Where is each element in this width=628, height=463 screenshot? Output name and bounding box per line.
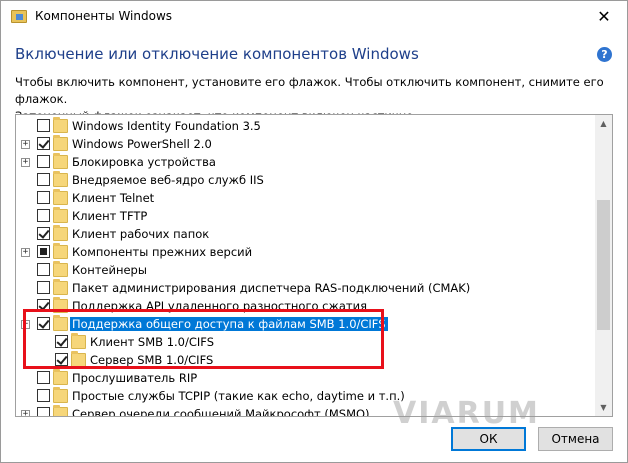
tree-item[interactable]: Поддержка API удаленного разностного сжа… bbox=[16, 297, 596, 315]
tree-item-label: Пакет администрирования диспетчера RAS-п… bbox=[72, 281, 471, 295]
scroll-down-icon[interactable]: ▼ bbox=[595, 399, 612, 416]
folder-icon bbox=[53, 117, 68, 133]
tree-item[interactable]: Сервер SMB 1.0/CIFS bbox=[16, 351, 596, 369]
tree-item-label: Windows Identity Foundation 3.5 bbox=[72, 119, 261, 133]
folder-icon bbox=[53, 297, 68, 313]
feature-checkbox[interactable] bbox=[37, 137, 50, 150]
watermark: VIARUM bbox=[393, 396, 540, 431]
folder-icon bbox=[53, 171, 68, 187]
tree-item[interactable]: Контейнеры bbox=[16, 261, 596, 279]
tree-item[interactable]: Прослушиватель RIP bbox=[16, 369, 596, 387]
scroll-thumb[interactable] bbox=[597, 200, 610, 330]
tree-item[interactable]: + Windows PowerShell 2.0 bbox=[16, 135, 596, 153]
tree-item-label: Сервер SMB 1.0/CIFS bbox=[90, 353, 214, 367]
title-bar: Компоненты Windows ✕ bbox=[1, 1, 627, 33]
folder-icon bbox=[53, 387, 68, 403]
tree-item-label: Блокировка устройства bbox=[72, 155, 216, 169]
cancel-button[interactable]: Отмена bbox=[538, 427, 613, 451]
description-line-1: Чтобы включить компонент, установите его… bbox=[15, 75, 604, 106]
tree-item-label: Поддержка общего доступа к файлам SMB 1.… bbox=[70, 317, 388, 331]
feature-checkbox[interactable] bbox=[55, 335, 68, 348]
feature-checkbox[interactable] bbox=[37, 317, 50, 330]
feature-checkbox[interactable] bbox=[37, 209, 50, 222]
feature-checkbox[interactable] bbox=[37, 245, 50, 258]
tree-item-label: Клиент Telnet bbox=[72, 191, 155, 205]
feature-checkbox[interactable] bbox=[37, 299, 50, 312]
vertical-scrollbar[interactable]: ▲ ▼ bbox=[595, 115, 612, 416]
dialog-window: Компоненты Windows ✕ Включение или отклю… bbox=[0, 0, 628, 463]
tree-item-label: Компоненты прежних версий bbox=[72, 245, 253, 259]
tree-item[interactable]: + Поддержка общего доступа к файлам SMB 1… bbox=[16, 315, 596, 333]
folder-icon bbox=[53, 261, 68, 277]
folder-icon bbox=[53, 279, 68, 295]
feature-checkbox[interactable] bbox=[37, 281, 50, 294]
windows-features-icon bbox=[11, 10, 27, 23]
tree-item-label: Поддержка API удаленного разностного сжа… bbox=[72, 299, 368, 313]
close-button[interactable]: ✕ bbox=[581, 1, 627, 32]
window-title: Компоненты Windows bbox=[35, 9, 173, 23]
tree-item[interactable]: Клиент TFTP bbox=[16, 207, 596, 225]
folder-icon bbox=[53, 315, 68, 331]
tree-item-label: Контейнеры bbox=[72, 263, 147, 277]
tree-item-label: Сервер очереди сообщений Майкрософт (MSM… bbox=[72, 407, 370, 417]
tree-item-label: Простые службы TCPIP (такие как echo, da… bbox=[72, 389, 405, 403]
tree-item-label: Клиент TFTP bbox=[72, 209, 148, 223]
ok-button[interactable]: ОК bbox=[451, 427, 526, 451]
tree-item[interactable]: Внедряемое веб-ядро служб IIS bbox=[16, 171, 596, 189]
tree-item[interactable]: + Компоненты прежних версий bbox=[16, 243, 596, 261]
scroll-up-icon[interactable]: ▲ bbox=[595, 115, 612, 132]
feature-checkbox[interactable] bbox=[37, 191, 50, 204]
tree-item[interactable]: Пакет администрирования диспетчера RAS-п… bbox=[16, 279, 596, 297]
tree-item-label: Внедряемое веб-ядро служб IIS bbox=[72, 173, 264, 187]
page-title: Включение или отключение компонентов Win… bbox=[15, 45, 419, 63]
folder-icon bbox=[71, 333, 86, 349]
tree-item[interactable]: Клиент SMB 1.0/CIFS bbox=[16, 333, 596, 351]
tree-item[interactable]: Клиент рабочих папок bbox=[16, 225, 596, 243]
expand-plus-icon[interactable]: + bbox=[21, 140, 30, 149]
tree-item-label: Прослушиватель RIP bbox=[72, 371, 198, 385]
folder-icon bbox=[53, 207, 68, 223]
feature-checkbox[interactable] bbox=[37, 227, 50, 240]
folder-icon bbox=[53, 225, 68, 241]
feature-checkbox[interactable] bbox=[37, 371, 50, 384]
feature-checkbox[interactable] bbox=[37, 389, 50, 402]
folder-icon bbox=[53, 243, 68, 259]
help-icon[interactable]: ? bbox=[597, 47, 612, 62]
feature-checkbox[interactable] bbox=[37, 263, 50, 276]
tree-item-label: Windows PowerShell 2.0 bbox=[72, 137, 212, 151]
folder-icon bbox=[53, 153, 68, 169]
expand-plus-icon[interactable]: + bbox=[21, 320, 30, 329]
folder-icon bbox=[53, 135, 68, 151]
tree-item-label: Клиент SMB 1.0/CIFS bbox=[90, 335, 215, 349]
features-tree[interactable]: Windows Identity Foundation 3.5 + Windows … bbox=[15, 114, 613, 417]
tree-item[interactable]: Клиент Telnet bbox=[16, 189, 596, 207]
feature-checkbox[interactable] bbox=[37, 173, 50, 186]
folder-icon bbox=[53, 405, 68, 416]
folder-icon bbox=[71, 351, 86, 367]
expand-plus-icon[interactable]: + bbox=[21, 410, 30, 416]
feature-checkbox[interactable] bbox=[37, 119, 50, 132]
feature-checkbox[interactable] bbox=[55, 353, 68, 366]
tree-item-label: Клиент рабочих папок bbox=[72, 227, 210, 241]
expand-plus-icon[interactable]: + bbox=[21, 158, 30, 167]
expand-plus-icon[interactable]: + bbox=[21, 248, 30, 257]
folder-icon bbox=[53, 369, 68, 385]
tree-item[interactable]: + Блокировка устройства bbox=[16, 153, 596, 171]
feature-checkbox[interactable] bbox=[37, 407, 50, 416]
tree-item[interactable]: Windows Identity Foundation 3.5 bbox=[16, 117, 596, 135]
folder-icon bbox=[53, 189, 68, 205]
feature-checkbox[interactable] bbox=[37, 155, 50, 168]
